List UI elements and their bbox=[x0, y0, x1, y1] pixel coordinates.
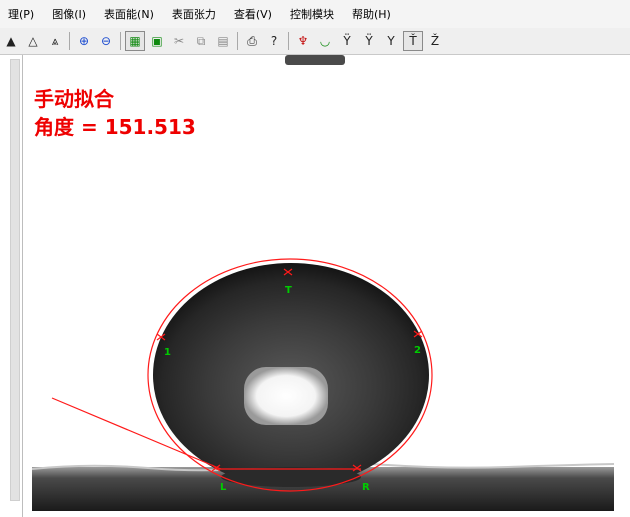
sessile-drop-icon[interactable]: Ÿ bbox=[337, 31, 357, 51]
menu-process[interactable]: 理(P) bbox=[0, 6, 44, 22]
ellipse-fit-icon[interactable]: ▦ bbox=[125, 31, 145, 51]
toolbar-separator bbox=[69, 32, 70, 50]
menu-view[interactable]: 查看(V) bbox=[226, 6, 282, 22]
needle-tip bbox=[285, 55, 345, 65]
angle-label: 角度 bbox=[34, 115, 74, 139]
menu-surface-tension[interactable]: 表面张力 bbox=[164, 6, 226, 22]
marker-left: L bbox=[220, 482, 227, 493]
drop-filled-icon[interactable]: ▲ bbox=[1, 31, 21, 51]
menu-control-module[interactable]: 控制模块 bbox=[282, 6, 344, 22]
cut-icon[interactable]: ✂ bbox=[169, 31, 189, 51]
drop-outline-icon[interactable]: △ bbox=[23, 31, 43, 51]
menu-bar: 理(P) 图像(I) 表面能(N) 表面张力 查看(V) 控制模块 帮助(H) bbox=[0, 0, 630, 28]
menu-help[interactable]: 帮助(H) bbox=[344, 6, 401, 22]
left-panel bbox=[0, 55, 23, 517]
syringe-icon[interactable]: ♆ bbox=[293, 31, 313, 51]
marker-point-2: 2 bbox=[414, 345, 421, 356]
angle-value: 151.513 bbox=[104, 115, 196, 139]
pendant-drop-icon[interactable]: Ÿ bbox=[359, 31, 379, 51]
left-scrollbar[interactable] bbox=[10, 59, 20, 501]
marker-point-1: 1 bbox=[164, 347, 171, 358]
copy-icon[interactable]: ⧉ bbox=[191, 31, 211, 51]
print-icon[interactable]: ⎙ bbox=[242, 31, 262, 51]
needle-drop-icon[interactable]: Ť bbox=[403, 31, 423, 51]
toolbar-separator bbox=[288, 32, 289, 50]
marker-right: R bbox=[362, 482, 370, 493]
toolbar: ▲ △ ⩓ ⊕ ⊖ ▦ ▣ ✂ ⧉ ▤ ⎙ ? ♆ ◡ Ÿ Ÿ Y Ť Ž bbox=[0, 28, 630, 55]
toolbar-separator bbox=[237, 32, 238, 50]
image-viewport[interactable]: T 1 2 L R 手动拟合 角度 = 151.513 bbox=[28, 55, 614, 511]
crosshair-icon[interactable]: ⊕ bbox=[74, 31, 94, 51]
toolbar-separator bbox=[120, 32, 121, 50]
angle-readout: 角度 = 151.513 bbox=[34, 111, 196, 140]
paste-icon[interactable]: ▤ bbox=[213, 31, 233, 51]
needle-up-icon[interactable]: Ž bbox=[425, 31, 445, 51]
needle-icon[interactable]: Y bbox=[381, 31, 401, 51]
help-icon[interactable]: ? bbox=[264, 31, 284, 51]
stage-icon[interactable]: ◡ bbox=[315, 31, 335, 51]
fit-mode-label: 手动拟合 bbox=[34, 87, 114, 111]
circle-line-icon[interactable]: ⊖ bbox=[96, 31, 116, 51]
menu-image[interactable]: 图像(I) bbox=[44, 6, 96, 22]
menu-surface-energy[interactable]: 表面能(N) bbox=[96, 6, 164, 22]
angle-equals: = bbox=[80, 115, 98, 139]
drop-double-icon[interactable]: ⩓ bbox=[45, 31, 65, 51]
circle-fit-icon[interactable]: ▣ bbox=[147, 31, 167, 51]
marker-top: T bbox=[285, 285, 292, 296]
light-spot bbox=[244, 367, 328, 425]
